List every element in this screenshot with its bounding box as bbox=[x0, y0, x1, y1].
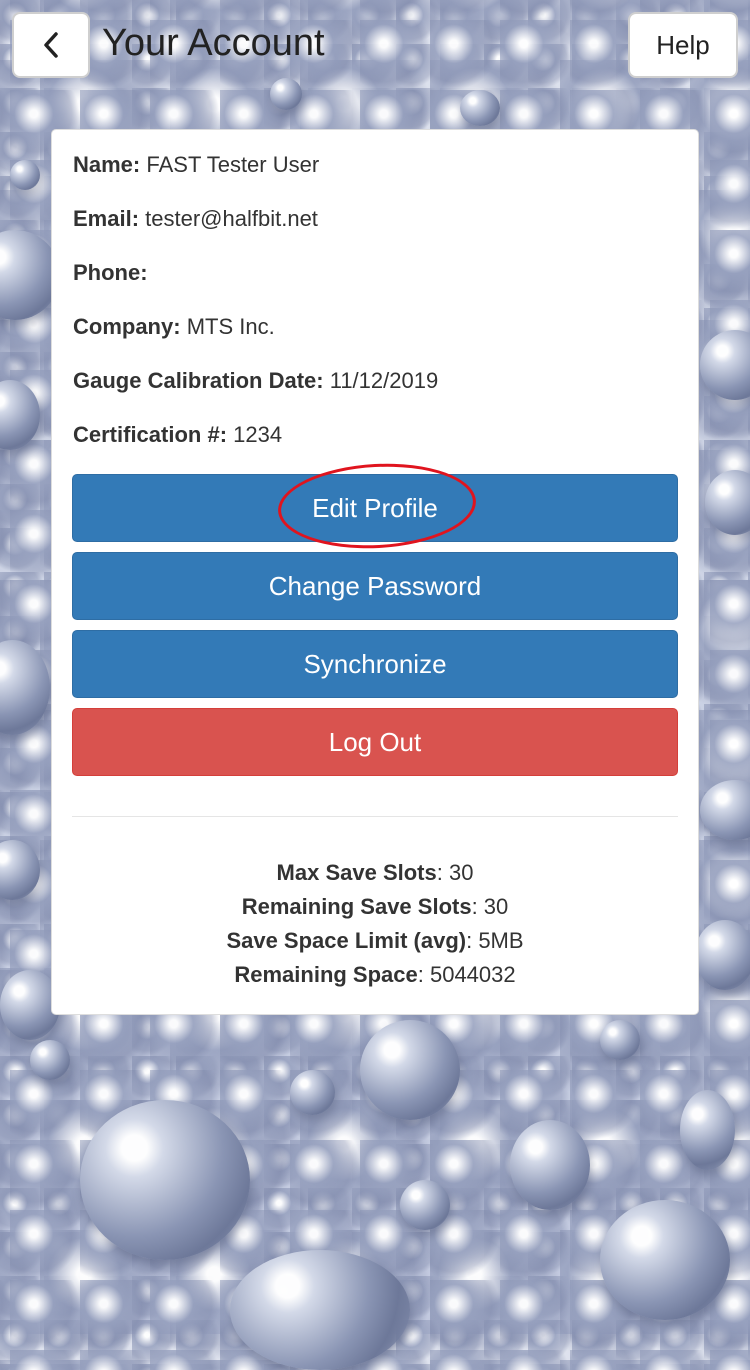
email-value: tester@halfbit.net bbox=[145, 206, 318, 231]
water-drop bbox=[600, 1200, 730, 1320]
name-value: FAST Tester User bbox=[146, 152, 320, 177]
save-space-limit-value: : 5MB bbox=[466, 928, 524, 953]
certification-value: 1234 bbox=[233, 422, 283, 447]
max-save-slots-value: : 30 bbox=[436, 860, 474, 885]
top-bar: Your Account Help bbox=[0, 0, 750, 92]
water-drop bbox=[0, 380, 40, 450]
name-label: Name: bbox=[73, 152, 141, 177]
water-drop bbox=[10, 160, 40, 190]
remaining-space-value: : 5044032 bbox=[417, 962, 516, 987]
water-drop bbox=[700, 780, 750, 840]
calibration-date-label: Gauge Calibration Date: bbox=[73, 368, 324, 393]
log-out-button[interactable]: Log Out bbox=[72, 708, 678, 776]
max-save-slots-row: Max Save Slots: 30 bbox=[52, 860, 698, 886]
divider bbox=[72, 816, 678, 817]
remaining-space-label: Remaining Space bbox=[234, 962, 418, 987]
water-drop bbox=[705, 470, 750, 535]
water-drop bbox=[700, 330, 750, 400]
water-drop bbox=[695, 920, 750, 990]
calibration-date-value: 11/12/2019 bbox=[329, 368, 439, 393]
water-drop bbox=[360, 1020, 460, 1120]
water-drop bbox=[460, 90, 500, 126]
profile-email-row: Email: tester@halfbit.net bbox=[73, 206, 318, 232]
water-drop bbox=[400, 1180, 450, 1230]
profile-company-row: Company: MTS Inc. bbox=[73, 314, 275, 340]
remaining-space-row: Remaining Space: 5044032 bbox=[52, 962, 698, 988]
water-drop bbox=[30, 1040, 70, 1080]
profile-name-row: Name: FAST Tester User bbox=[73, 152, 319, 178]
back-button[interactable] bbox=[12, 12, 90, 78]
water-drop bbox=[80, 1100, 250, 1260]
email-label: Email: bbox=[73, 206, 140, 231]
water-drop bbox=[230, 1250, 410, 1370]
save-space-limit-row: Save Space Limit (avg): 5MB bbox=[52, 928, 698, 954]
remaining-save-slots-value: : 30 bbox=[471, 894, 509, 919]
chevron-left-icon bbox=[44, 32, 58, 58]
water-drop bbox=[0, 840, 40, 900]
profile-phone-row: Phone: bbox=[73, 260, 148, 286]
synchronize-button[interactable]: Synchronize bbox=[72, 630, 678, 698]
phone-label: Phone: bbox=[73, 260, 148, 285]
remaining-save-slots-label: Remaining Save Slots bbox=[241, 894, 472, 919]
profile-calibration-row: Gauge Calibration Date: 11/12/2019 bbox=[73, 368, 438, 394]
water-drop bbox=[290, 1070, 335, 1115]
certification-label: Certification #: bbox=[73, 422, 228, 447]
save-space-limit-label: Save Space Limit (avg) bbox=[226, 928, 467, 953]
edit-profile-button[interactable]: Edit Profile bbox=[72, 474, 678, 542]
water-drop bbox=[680, 1090, 735, 1170]
help-button[interactable]: Help bbox=[628, 12, 738, 78]
page-title: Your Account bbox=[102, 22, 325, 64]
change-password-button[interactable]: Change Password bbox=[72, 552, 678, 620]
water-drop bbox=[510, 1120, 590, 1210]
account-card: Name: FAST Tester User Email: tester@hal… bbox=[51, 129, 699, 1015]
company-label: Company: bbox=[73, 314, 181, 339]
water-drop bbox=[0, 640, 50, 735]
water-drop bbox=[600, 1020, 640, 1060]
profile-certification-row: Certification #: 1234 bbox=[73, 422, 282, 448]
max-save-slots-label: Max Save Slots bbox=[276, 860, 437, 885]
remaining-save-slots-row: Remaining Save Slots: 30 bbox=[52, 894, 698, 920]
company-value: MTS Inc. bbox=[186, 314, 275, 339]
